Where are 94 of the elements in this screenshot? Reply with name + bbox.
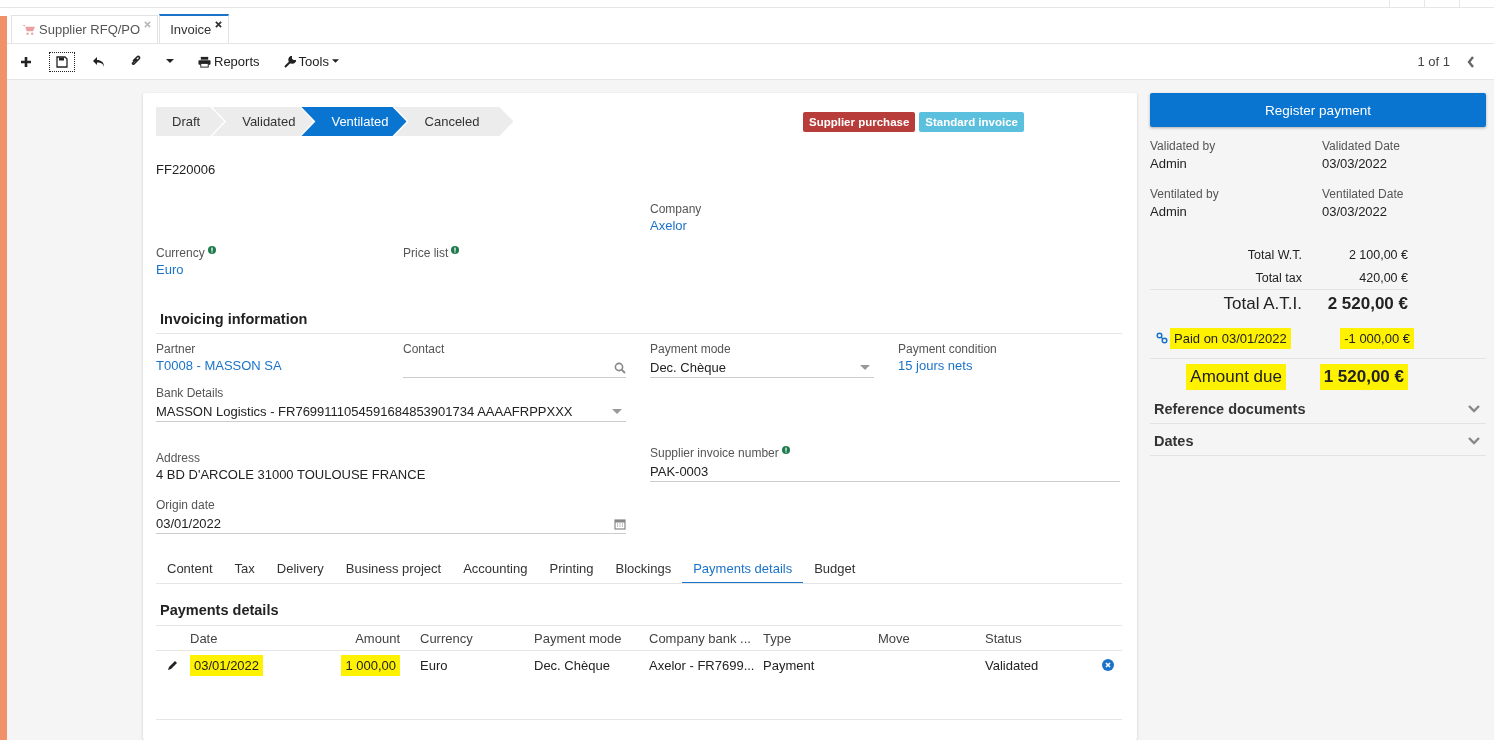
- table-cell: 1 000,00: [341, 654, 400, 676]
- table-cell: 03/01/2022: [190, 654, 264, 676]
- column-header: Company bank ...: [649, 630, 752, 646]
- caret-icon: [860, 364, 870, 371]
- field-label: Ventilated Date: [1322, 187, 1405, 201]
- caret-icon: [331, 59, 339, 64]
- total-value: 420,00 €: [1359, 270, 1408, 285]
- field-link[interactable]: 15 jours nets: [898, 358, 1120, 373]
- column-header: Move: [878, 630, 911, 646]
- total-label: Paid on 03/01/2022: [1170, 327, 1291, 349]
- save-button[interactable]: [49, 51, 75, 72]
- collapsible-section[interactable]: Reference documents: [1150, 392, 1486, 424]
- field-label: Partner: [156, 342, 196, 356]
- undo-icon: [92, 55, 106, 68]
- total-value: -1 000,00 €: [1340, 327, 1414, 349]
- field-value: 03/03/2022: [1322, 156, 1389, 171]
- column-header: Status: [985, 630, 1023, 646]
- field-link[interactable]: Axelor: [650, 218, 898, 233]
- date-field[interactable]: 03/01/2022: [156, 514, 626, 534]
- total-value: 1 520,00 €: [1319, 364, 1408, 390]
- invoice-number: FF220006: [156, 162, 217, 179]
- column-header: Amount: [354, 630, 401, 646]
- field-label: Contact: [403, 342, 445, 356]
- reports-button[interactable]: Reports: [191, 51, 267, 72]
- field-link[interactable]: T0008 - MASSON SA: [156, 358, 403, 373]
- tools-button[interactable]: Tools: [276, 51, 346, 72]
- column-header: Type: [763, 630, 793, 646]
- form-tab[interactable]: Tax: [223, 556, 266, 583]
- column-header: Date: [190, 630, 219, 646]
- view-tab[interactable]: Invoice: [159, 14, 230, 43]
- form-tab[interactable]: Payments details: [682, 556, 804, 583]
- caret-icon: [612, 408, 622, 415]
- field-label: Bank Details: [156, 386, 224, 400]
- field-label: Payment condition: [898, 342, 997, 356]
- form-tab[interactable]: Delivery: [265, 556, 335, 583]
- search-icon: [614, 361, 626, 374]
- field-label: Ventilated by: [1150, 187, 1220, 201]
- calendar-icon: [614, 517, 626, 530]
- form-tab[interactable]: Budget: [803, 556, 867, 583]
- remove-icon[interactable]: [1102, 659, 1114, 671]
- table-cell: Axelor - FR7699...: [649, 657, 755, 673]
- field-value: 03/03/2022: [1322, 204, 1389, 219]
- form-tab[interactable]: Accounting: [452, 556, 539, 583]
- type-badge: Supplier purchase: [803, 111, 916, 132]
- column-header: Currency: [419, 630, 474, 646]
- field-label: Validated Date: [1322, 139, 1401, 153]
- collapsible-section[interactable]: Dates: [1150, 424, 1486, 456]
- field-value: Admin: [1150, 156, 1188, 171]
- field-label: Company: [650, 202, 702, 216]
- input-field[interactable]: PAK-0003: [650, 462, 1120, 482]
- field-label: Supplier invoice number: [650, 446, 779, 460]
- select-field[interactable]: MASSON Logistics - FR7699111054591684853901734 AAAAFRPPXXX: [156, 402, 626, 422]
- type-badge: Standard invoice: [919, 111, 1024, 132]
- field-value: Admin: [1150, 204, 1188, 219]
- plus-icon: [20, 55, 32, 68]
- table-cell: Dec. Chèque: [534, 657, 610, 673]
- total-value: 2 520,00 €: [1327, 294, 1408, 314]
- field-link[interactable]: Euro: [156, 262, 403, 277]
- total-label: Amount due: [1186, 364, 1286, 390]
- total-label: Total W.T.: [1247, 247, 1302, 262]
- section-title: Invoicing information: [156, 277, 1122, 334]
- column-header: Payment mode: [534, 630, 623, 646]
- form-tab[interactable]: Content: [156, 556, 224, 583]
- status-step: Canceled: [394, 107, 514, 136]
- field-value: 4 BD D'ARCOLE 31000 TOULOUSE FRANCE: [156, 467, 427, 482]
- form-tab[interactable]: Blockings: [604, 556, 683, 583]
- link-icon[interactable]: [1156, 332, 1168, 344]
- table-cell: Validated: [985, 657, 1039, 673]
- table-cell: Payment: [763, 657, 815, 673]
- field-label: Validated by: [1150, 139, 1217, 153]
- field-label: Payment mode: [650, 342, 731, 356]
- status-step: Draft: [156, 107, 225, 136]
- close-icon[interactable]: [215, 21, 223, 28]
- register-payment-button[interactable]: Register payment: [1150, 93, 1486, 127]
- field-label: Price list: [403, 246, 449, 260]
- field-label: Address: [156, 451, 201, 465]
- caret-icon: [166, 59, 174, 64]
- form-tab[interactable]: Printing: [538, 556, 605, 583]
- view-tab[interactable]: Supplier RFQ/PO: [11, 15, 159, 43]
- select-field[interactable]: Dec. Chèque: [650, 358, 874, 378]
- section-title: Payments details: [156, 584, 1122, 626]
- wrench-icon: [283, 55, 296, 68]
- edit-icon[interactable]: [167, 659, 179, 671]
- pager-text: 1 of 1: [1417, 54, 1450, 69]
- chevron-left-icon: [1467, 55, 1475, 68]
- field-label: Currency: [156, 246, 205, 260]
- total-label: Total A.T.I.: [1223, 294, 1302, 314]
- cart-icon: [22, 24, 35, 35]
- field-label: Origin date: [156, 498, 215, 512]
- printer-icon: [198, 55, 211, 68]
- total-value: 2 100,00 €: [1348, 247, 1408, 262]
- total-label: Total tax: [1255, 270, 1302, 285]
- table-cell: Euro: [420, 657, 448, 673]
- form-tab[interactable]: Business project: [334, 556, 453, 583]
